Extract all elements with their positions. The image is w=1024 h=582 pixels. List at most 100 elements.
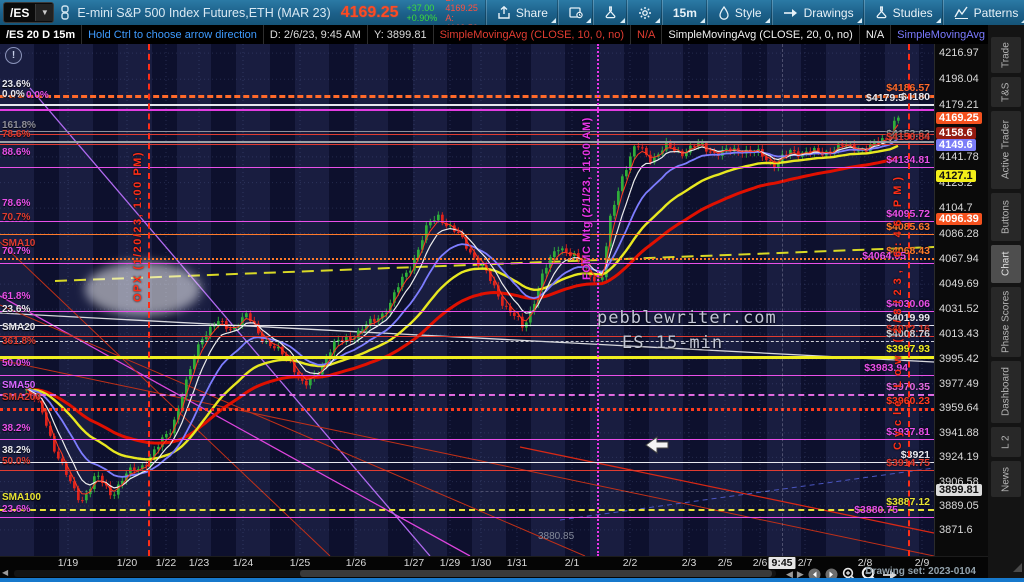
price-level-line[interactable]	[0, 509, 934, 511]
price-tick: 3924.19	[939, 451, 979, 463]
date-tick: 1/22	[156, 557, 176, 569]
price-level-line[interactable]	[0, 394, 934, 396]
alerts-button[interactable]	[558, 0, 593, 25]
share-icon	[497, 6, 511, 19]
fib-label: 38.2%	[2, 445, 30, 456]
chart-canvas[interactable]: $4186.57$4180$4179.5$4153.62$4150.84$413…	[0, 44, 934, 556]
fib-label: 50.0%	[2, 456, 30, 467]
patterns-button[interactable]: Patterns	[943, 0, 1024, 25]
study-label[interactable]: N/A	[860, 25, 891, 44]
chart-symbol-settings[interactable]: /ES 20 D 15m	[0, 25, 82, 44]
watermark-line1: pebblewriter.com	[597, 308, 777, 328]
price-level-line[interactable]	[0, 375, 934, 376]
price-level-line[interactable]	[0, 356, 934, 359]
study-label[interactable]: SimpleMovingAvg (CLOSE, 20, 0, no)	[662, 25, 859, 44]
fib-label: 0.0%	[2, 89, 25, 100]
sidebar-tab-buttons[interactable]: Buttons	[991, 193, 1021, 241]
analysis-button[interactable]	[593, 0, 627, 25]
chart-info-icon[interactable]: !	[5, 47, 22, 64]
price-level-line[interactable]	[0, 470, 934, 471]
date-tick: 2/1	[565, 557, 580, 569]
top-toolbar: /ES ▼ E-mini S&P 500 Index Futures,ETH (…	[0, 0, 1024, 25]
sidebar-tab-dashboard[interactable]: Dashboard	[991, 361, 1021, 423]
fib-label: 70.7%	[2, 212, 30, 223]
patterns-icon	[954, 6, 969, 19]
fib-label: 23.6%	[2, 504, 30, 515]
price-tick: 4216.97	[939, 47, 979, 59]
price-badge: 4149.6	[936, 139, 976, 151]
price-axis[interactable]: 4216.974198.044179.214141.784123.24104.7…	[934, 44, 989, 556]
price-level-label: $4180	[901, 91, 930, 103]
price-level-line[interactable]	[0, 341, 934, 342]
price-tick: 4049.69	[939, 278, 979, 290]
fib-label: 88.6%	[2, 147, 30, 158]
date-tick: 2/2	[623, 557, 638, 569]
date-tick: 1/29	[440, 557, 460, 569]
price-level-line[interactable]	[0, 517, 934, 518]
sidebar-tab-chart[interactable]: Chart	[991, 245, 1021, 283]
study-label[interactable]: SimpleMovingAvg (CLOSE, 10, 0, no)	[434, 25, 631, 44]
price-tick: 3959.64	[939, 402, 979, 414]
settings-button[interactable]	[627, 0, 662, 25]
date-tick: 1/31	[507, 557, 527, 569]
price-badge: 4158.6	[936, 127, 976, 139]
price-badge: 4096.39	[936, 213, 982, 225]
fib-label: 50.0%	[2, 358, 30, 369]
sidebar-tab-active-trader[interactable]: Active Trader	[991, 111, 1021, 189]
symbol-selector[interactable]: /ES ▼	[3, 2, 54, 23]
price-level-line[interactable]	[0, 462, 934, 463]
style-label: Style	[735, 6, 762, 20]
drawings-label: Drawings	[804, 6, 854, 20]
price-tick: 4067.94	[939, 253, 979, 265]
studies-readout: SimpleMovingAvg (CLOSE, 10, 0, no)N/ASim…	[434, 25, 1024, 44]
study-label[interactable]: N/A	[631, 25, 662, 44]
price-level-line[interactable]	[0, 311, 934, 312]
price-level-line[interactable]	[0, 408, 934, 411]
crosshair-y-readout: Y: 3899.81	[368, 25, 434, 44]
chevron-down-icon[interactable]: ▼	[35, 4, 53, 21]
sidebar-tab-trade[interactable]: Trade	[991, 37, 1021, 73]
symbol-link-icon[interactable]	[59, 5, 71, 21]
date-tick: 1/23	[189, 557, 209, 569]
drawings-button[interactable]: Drawings	[772, 0, 864, 25]
calendar-clock-icon	[569, 6, 583, 19]
price-badge: 4169.25	[936, 112, 982, 124]
price-tick: 3977.49	[939, 378, 979, 390]
price-level-line[interactable]	[0, 95, 934, 98]
drawings-arrow-icon	[783, 7, 799, 19]
studies-button[interactable]: Studies	[864, 0, 943, 25]
resize-grip[interactable]	[1013, 563, 1022, 572]
price-tick: 4031.52	[939, 303, 979, 315]
date-tick: 1/30	[471, 557, 491, 569]
thinkorswim-window: /ES ▼ E-mini S&P 500 Index Futures,ETH (…	[0, 0, 1024, 582]
event-vline[interactable]	[148, 44, 150, 556]
timeframe-label: 15m	[673, 6, 697, 20]
crosshair-date-readout: D: 2/6/23, 9:45 AM	[264, 25, 368, 44]
drawing-set-label[interactable]: Drawing set: 2023-0104	[865, 566, 976, 577]
style-button[interactable]: Style	[707, 0, 772, 25]
sidebar-tab-news[interactable]: News	[991, 461, 1021, 497]
scrollbar-thumb[interactable]	[300, 570, 772, 577]
price-level-line[interactable]	[0, 439, 934, 440]
gear-icon	[638, 6, 652, 20]
sidebar-tab-t-s[interactable]: T&S	[991, 77, 1021, 107]
price-badge: 3899.81	[936, 484, 982, 496]
chart-scrollbar[interactable]	[14, 570, 776, 577]
event-vline[interactable]	[908, 44, 910, 556]
date-tick: 1/20	[117, 557, 137, 569]
sidebar-tab-l-2[interactable]: L 2	[991, 427, 1021, 457]
scroll-left-arrow-icon[interactable]: ◀	[2, 568, 8, 577]
date-tick: 1/26	[346, 557, 366, 569]
price-level-line[interactable]	[0, 325, 934, 326]
fib-label: 78.6%	[2, 129, 30, 140]
event-label: FOMC Mtg (2/1/23, 11:00 AM)	[581, 94, 593, 280]
date-tick: 1/25	[290, 557, 310, 569]
fib-label: 361.8%	[2, 336, 36, 347]
fib-label: 23.6%	[2, 304, 30, 315]
price-level-line[interactable]	[0, 336, 934, 337]
sidebar-tab-phase-scores[interactable]: Phase Scores	[991, 287, 1021, 357]
timeframe-button[interactable]: 15m	[662, 0, 707, 25]
event-vline[interactable]	[597, 44, 599, 556]
share-button[interactable]: Share	[486, 0, 558, 25]
fib-label: SMA50	[2, 380, 35, 391]
